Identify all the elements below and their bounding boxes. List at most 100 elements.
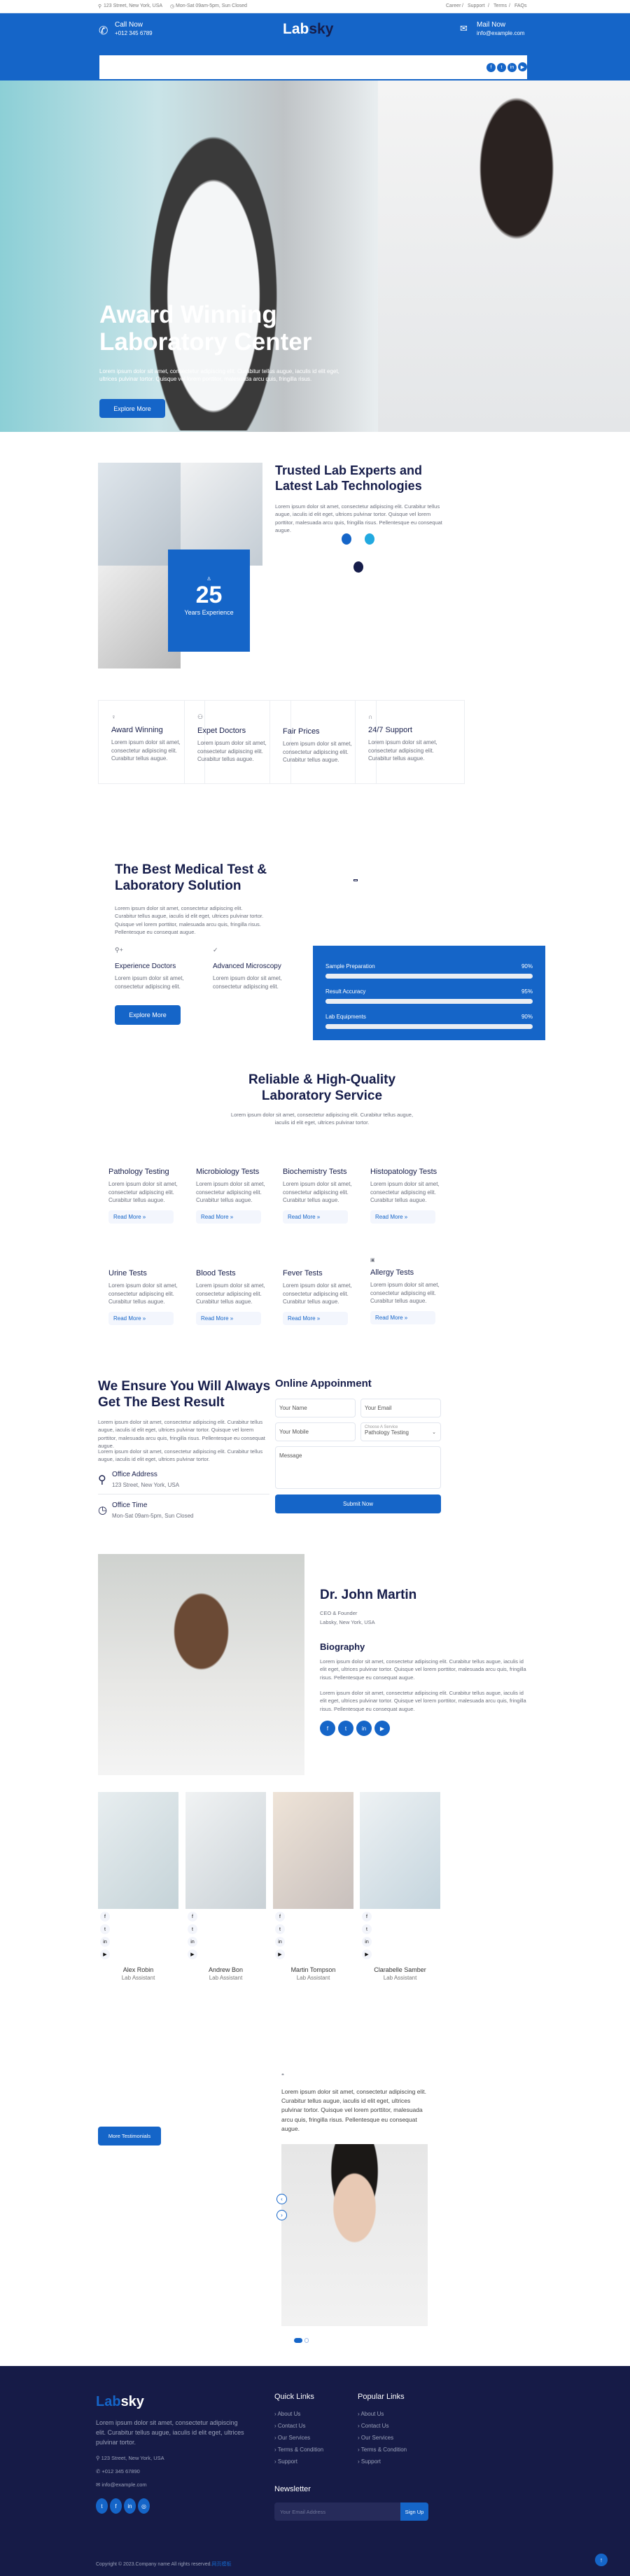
read-more-link[interactable]: Read More » xyxy=(370,1210,435,1224)
biography-text-2: Lorem ipsum dolor sit amet, consectetur … xyxy=(320,1690,526,1712)
twitter-icon[interactable]: t xyxy=(362,1924,372,1934)
facebook-icon[interactable]: f xyxy=(100,1912,110,1921)
twitter-icon[interactable]: t xyxy=(188,1924,197,1934)
topbar-link-career[interactable]: Career xyxy=(446,4,461,8)
header-email[interactable]: info@example.com xyxy=(477,30,525,36)
facebook-icon[interactable]: f xyxy=(188,1912,197,1921)
image-placeholder-icon xyxy=(354,879,358,881)
linkedin-icon[interactable]: in xyxy=(188,1937,197,1947)
youtube-icon[interactable]: ▶ xyxy=(518,62,527,71)
message-textarea[interactable]: Message xyxy=(275,1446,441,1489)
solution-text: Lorem ipsum dolor sit amet, consectetur … xyxy=(115,905,264,935)
facebook-icon[interactable]: f xyxy=(275,1912,285,1921)
footer-link[interactable]: › Our Services xyxy=(274,2435,323,2441)
name-input[interactable]: Your Name xyxy=(275,1399,356,1418)
read-more-link[interactable]: Read More » xyxy=(108,1311,174,1325)
service-card: Histopatology Tests Lorem ipsum dolor sit… xyxy=(370,1162,458,1224)
years-count: 25 xyxy=(195,582,223,608)
explore-more-button[interactable]: Explore More xyxy=(99,399,165,418)
progress-sample: Sample Preparation 90% xyxy=(326,963,533,979)
carousel-dot-active[interactable] xyxy=(294,2338,302,2343)
twitter-icon[interactable]: t xyxy=(100,1924,110,1934)
testimonial-photo xyxy=(281,2144,428,2326)
about-title: Trusted Lab Experts and Latest Lab Techn… xyxy=(275,463,423,493)
footer-link[interactable]: › Terms & Condition xyxy=(358,2446,407,2453)
read-more-link[interactable]: Read More » xyxy=(283,1311,348,1325)
facebook-icon[interactable]: f xyxy=(110,2498,122,2514)
linkedin-icon[interactable]: in xyxy=(356,1721,372,1736)
youtube-icon[interactable]: ▶ xyxy=(188,1949,197,1959)
twitter-icon[interactable]: t xyxy=(497,62,506,72)
ensure-title: We Ensure You Will Always Get The Best R… xyxy=(98,1379,271,1410)
footer-link[interactable]: › Contact Us xyxy=(358,2423,407,2429)
linkedin-icon[interactable]: in xyxy=(362,1937,372,1947)
footer-link[interactable]: › Our Services xyxy=(358,2435,407,2441)
next-arrow-icon[interactable]: › xyxy=(276,2210,287,2220)
youtube-icon[interactable]: ▶ xyxy=(374,1721,390,1736)
location-icon: ⚲ xyxy=(96,2455,102,2461)
back-to-top-icon[interactable]: ↑ xyxy=(595,2554,608,2566)
experience-box: ♙ 25 Years Experience xyxy=(168,550,250,652)
carousel-dot[interactable] xyxy=(304,2338,309,2343)
linkedin-icon[interactable]: in xyxy=(275,1937,285,1947)
email-input[interactable]: Your Email xyxy=(360,1399,441,1418)
about-text: Lorem ipsum dolor sit amet, consectetur … xyxy=(275,503,442,533)
read-more-link[interactable]: Read More » xyxy=(370,1310,435,1324)
address-label: Office Address xyxy=(112,1471,158,1478)
footer-link[interactable]: › About Us xyxy=(274,2411,323,2417)
topbar-link-faqs[interactable]: FAQs xyxy=(514,4,527,8)
quick-links-title: Quick Links xyxy=(274,2393,314,2401)
read-more-link[interactable]: Read More » xyxy=(283,1210,348,1224)
logo[interactable]: Labsky xyxy=(283,21,333,38)
doctor-name: Dr. John Martin xyxy=(320,1588,417,1602)
sign-up-button[interactable]: Sign Up xyxy=(400,2502,428,2521)
youtube-icon[interactable]: ▶ xyxy=(275,1949,285,1959)
footer-link[interactable]: › Terms & Condition xyxy=(274,2446,323,2453)
doctor-photo xyxy=(98,1554,304,1775)
explore-more-button-2[interactable]: Explore More xyxy=(115,1005,181,1025)
read-more-link[interactable]: Read More » xyxy=(196,1311,261,1325)
service-card: Microbiology Tests Lorem ipsum dolor sit … xyxy=(196,1162,284,1224)
service-card: Urine Tests Lorem ipsum dolor sit amet, c… xyxy=(108,1264,196,1325)
facebook-icon[interactable]: f xyxy=(362,1912,372,1921)
newsletter-email-input[interactable]: Your Email Address xyxy=(274,2502,400,2521)
linkedin-icon[interactable]: in xyxy=(100,1937,110,1947)
footer-logo[interactable]: Labsky xyxy=(96,2394,144,2410)
twitter-icon[interactable]: t xyxy=(275,1924,285,1934)
clock-icon: ◷ xyxy=(170,4,175,9)
topbar-hours: Mon-Sat 09am-5pm, Sun Closed xyxy=(176,4,247,8)
read-more-link[interactable]: Read More » xyxy=(196,1210,261,1224)
facebook-icon[interactable]: f xyxy=(486,62,496,72)
service-card: Biochemistry Tests Lorem ipsum dolor sit … xyxy=(283,1162,370,1224)
mobile-input[interactable]: Your Mobile xyxy=(275,1422,356,1441)
footer-link[interactable]: › About Us xyxy=(358,2411,407,2417)
youtube-icon[interactable]: ▶ xyxy=(362,1949,372,1959)
header-phone[interactable]: +012 345 6789 xyxy=(115,30,153,36)
read-more-link[interactable]: Read More » xyxy=(108,1210,174,1224)
submit-button[interactable]: Submit Now xyxy=(275,1494,441,1513)
topbar-link-support[interactable]: Support xyxy=(468,4,485,8)
linkedin-icon[interactable]: in xyxy=(124,2498,136,2514)
service-select[interactable]: Choose A Service Pathology Testing ⌄ xyxy=(360,1422,441,1441)
doctor-role: CEO & Founder xyxy=(320,1610,358,1616)
instagram-icon[interactable]: ◎ xyxy=(138,2498,150,2514)
linkedin-icon[interactable]: in xyxy=(507,62,517,72)
topbar-link-terms[interactable]: Terms xyxy=(493,4,507,8)
twitter-icon[interactable]: t xyxy=(96,2498,108,2514)
ensure-text: Lorem ipsum dolor sit amet, consectetur … xyxy=(98,1419,265,1449)
solution-item: ⚲+ Experience Doctors Lorem ipsum dolor si… xyxy=(115,946,192,990)
more-testimonials-button[interactable]: More Testimonials xyxy=(98,2127,161,2146)
footer-link[interactable]: › Contact Us xyxy=(274,2423,323,2429)
copyright-link[interactable]: 网页模板 xyxy=(211,2562,231,2567)
member-photo xyxy=(98,1792,178,1909)
footer-link[interactable]: › Support xyxy=(274,2458,323,2465)
users-icon: ⚇ xyxy=(197,713,204,720)
twitter-icon[interactable]: t xyxy=(338,1721,354,1736)
facebook-icon[interactable]: f xyxy=(320,1721,335,1736)
prev-arrow-icon[interactable]: ‹ xyxy=(276,2194,287,2204)
youtube-icon[interactable]: ▶ xyxy=(100,1949,110,1959)
solution-item: ✓ Advanced Microscopy Lorem ipsum dolor si… xyxy=(213,946,290,990)
chevron-down-icon: ⌄ xyxy=(432,1430,436,1435)
footer-link[interactable]: › Support xyxy=(358,2458,407,2465)
progress-accuracy: Result Accuracy 95% xyxy=(326,988,533,1004)
